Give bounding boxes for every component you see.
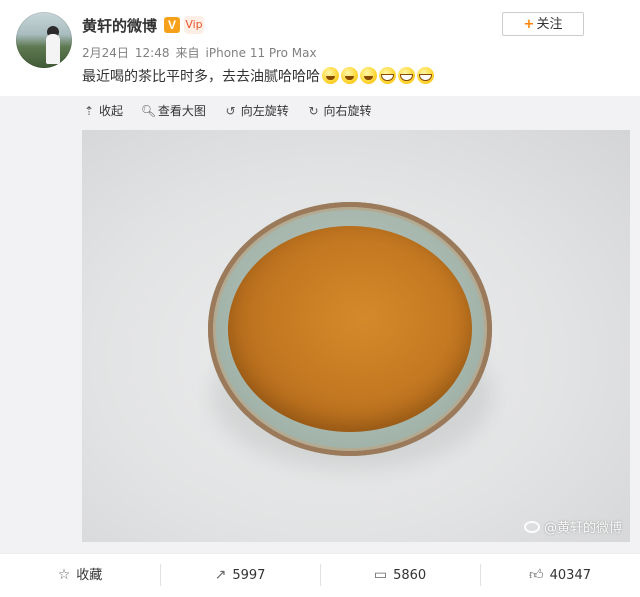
- rotate-left-icon: ↺: [225, 104, 236, 118]
- action-bar: ☆ 收藏 ↗ 5997 ▭ 5860 👍︎ 40347: [0, 553, 640, 596]
- view-large-button[interactable]: 🔍︎ 查看大图: [141, 102, 206, 119]
- post-photo[interactable]: @黄轩的微博: [82, 130, 630, 542]
- weibo-logo-icon: [523, 521, 540, 533]
- post-body: 最近喝的茶比平时多，去去油腻哈哈哈: [82, 69, 320, 85]
- grin-emoji-icon: [398, 67, 415, 84]
- rotate-left-label: 向左旋转: [240, 104, 289, 118]
- laugh-emoji-icon: [360, 67, 377, 84]
- avatar-figure-body: [46, 34, 60, 64]
- collapse-icon: ⇡: [83, 104, 95, 118]
- star-icon: ☆: [57, 567, 71, 583]
- collapse-button[interactable]: ⇡ 收起: [82, 102, 123, 119]
- like-button[interactable]: 👍︎ 40347: [480, 554, 640, 596]
- search-icon: 🔍︎: [140, 104, 157, 118]
- post-date[interactable]: 2月24日: [82, 46, 129, 60]
- tea-liquid: [228, 226, 472, 432]
- follow-label: 关注: [536, 17, 563, 32]
- author-name[interactable]: 黄轩的微博: [82, 15, 157, 36]
- grin-emoji-icon: [379, 67, 396, 84]
- repost-count: 5997: [232, 568, 266, 583]
- grin-emoji-icon: [417, 67, 434, 84]
- repost-icon: ↗: [214, 567, 227, 583]
- comment-count: 5860: [393, 568, 427, 583]
- avatar[interactable]: [16, 12, 72, 68]
- rotate-right-button[interactable]: ↻ 向右旋转: [307, 102, 372, 119]
- favorite-label: 收藏: [76, 568, 103, 583]
- rotate-right-icon: ↻: [308, 104, 319, 118]
- laugh-emoji-icon: [322, 67, 339, 84]
- favorite-button[interactable]: ☆ 收藏: [0, 554, 160, 596]
- watermark-text: @黄轩的微博: [543, 521, 622, 536]
- view-large-label: 查看大图: [157, 104, 206, 118]
- source-device[interactable]: iPhone 11 Pro Max: [206, 46, 317, 60]
- comment-button[interactable]: ▭ 5860: [320, 554, 480, 596]
- watermark: @黄轩的微博: [523, 517, 622, 536]
- verified-badge-icon: V: [164, 17, 180, 33]
- follow-button[interactable]: + 关注: [502, 12, 584, 36]
- tea-cup: [208, 202, 492, 456]
- vip-badge-icon: Vip: [184, 16, 204, 34]
- rotate-left-button[interactable]: ↺ 向左旋转: [224, 102, 289, 119]
- thumbs-up-icon: 👍︎: [529, 567, 544, 583]
- laugh-emoji-icon: [341, 67, 358, 84]
- comment-icon: ▭: [373, 567, 388, 583]
- media-viewer: ⇡ 收起 🔍︎ 查看大图 ↺ 向左旋转 ↻ 向右旋转 @黄轩的微博: [0, 96, 640, 553]
- source-prefix: 来自: [175, 46, 200, 60]
- post-header: 黄轩的微博 V Vip 2月24日 12:48 来自 iPhone 11 Pro Ma…: [0, 0, 640, 96]
- collapse-label: 收起: [99, 104, 124, 118]
- media-toolbar: ⇡ 收起 🔍︎ 查看大图 ↺ 向左旋转 ↻ 向右旋转: [82, 102, 386, 124]
- post-text: 最近喝的茶比平时多，去去油腻哈哈哈: [82, 66, 434, 86]
- plus-icon: +: [523, 17, 535, 32]
- post-meta: 2月24日 12:48 来自 iPhone 11 Pro Max: [82, 44, 323, 61]
- rotate-right-label: 向右旋转: [323, 104, 372, 118]
- repost-button[interactable]: ↗ 5997: [160, 554, 320, 596]
- like-count: 40347: [549, 568, 591, 583]
- post-time[interactable]: 12:48: [135, 46, 170, 60]
